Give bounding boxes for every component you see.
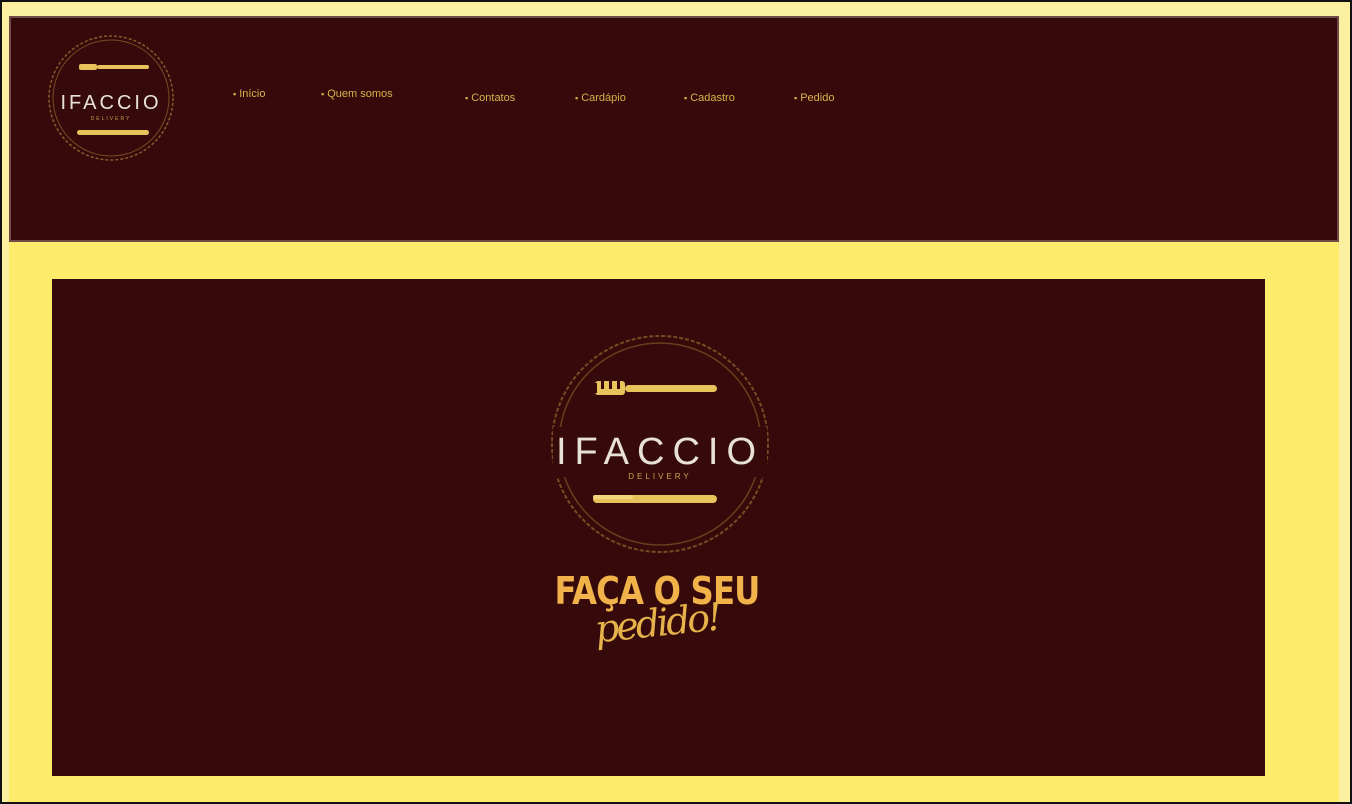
bullet-icon: ▪ — [233, 89, 237, 99]
knife-icon — [593, 495, 717, 503]
bullet-icon: ▪ — [794, 93, 798, 103]
nav-label: Quem somos — [327, 88, 393, 100]
nav-item-pedido[interactable]: ▪ Pedido — [794, 92, 834, 104]
order-cta[interactable]: FAÇA O SEU pedido! — [522, 569, 792, 651]
bullet-icon: ▪ — [684, 93, 688, 103]
nav-label: Cadastro — [690, 92, 735, 104]
nav-label: Início — [239, 88, 266, 100]
brand-name: IFACCIO — [60, 92, 161, 114]
fork-icon — [79, 64, 149, 70]
bullet-icon: ▪ — [575, 93, 579, 103]
bullet-icon: ▪ — [465, 93, 469, 103]
nav-item-contatos[interactable]: ▪ Contatos — [465, 92, 515, 104]
brand-logo-large: IFACCIO DELIVERY — [551, 335, 769, 553]
nav-item-cadastro[interactable]: ▪ Cadastro — [684, 92, 735, 104]
page-frame: IFACCIO DELIVERY ▪ Início ▪ Quem somos ▪ Co… — [0, 0, 1352, 804]
brand-subtitle-large: DELIVERY — [628, 472, 691, 481]
brand-name-large: IFACCIO — [556, 431, 764, 473]
nav-label: Cardápio — [581, 92, 626, 104]
nav-item-inicio[interactable]: ▪ Início — [233, 88, 266, 100]
nav-item-cardapio[interactable]: ▪ Cardápio — [575, 92, 626, 104]
knife-icon — [77, 130, 149, 135]
nav-label: Contatos — [471, 92, 516, 104]
nav-item-quem-somos[interactable]: ▪ Quem somos — [321, 88, 393, 100]
nav-label: Pedido — [800, 92, 835, 104]
brand-subtitle: DELIVERY — [91, 116, 132, 122]
bullet-icon: ▪ — [321, 89, 325, 99]
site-header: IFACCIO DELIVERY ▪ Início ▪ Quem somos ▪ Co… — [9, 16, 1339, 242]
brand-logo-small[interactable]: IFACCIO DELIVERY — [41, 28, 181, 168]
hero-banner[interactable]: IFACCIO DELIVERY FAÇA O SEU pedido! — [52, 279, 1265, 776]
fork-icon — [593, 381, 717, 395]
